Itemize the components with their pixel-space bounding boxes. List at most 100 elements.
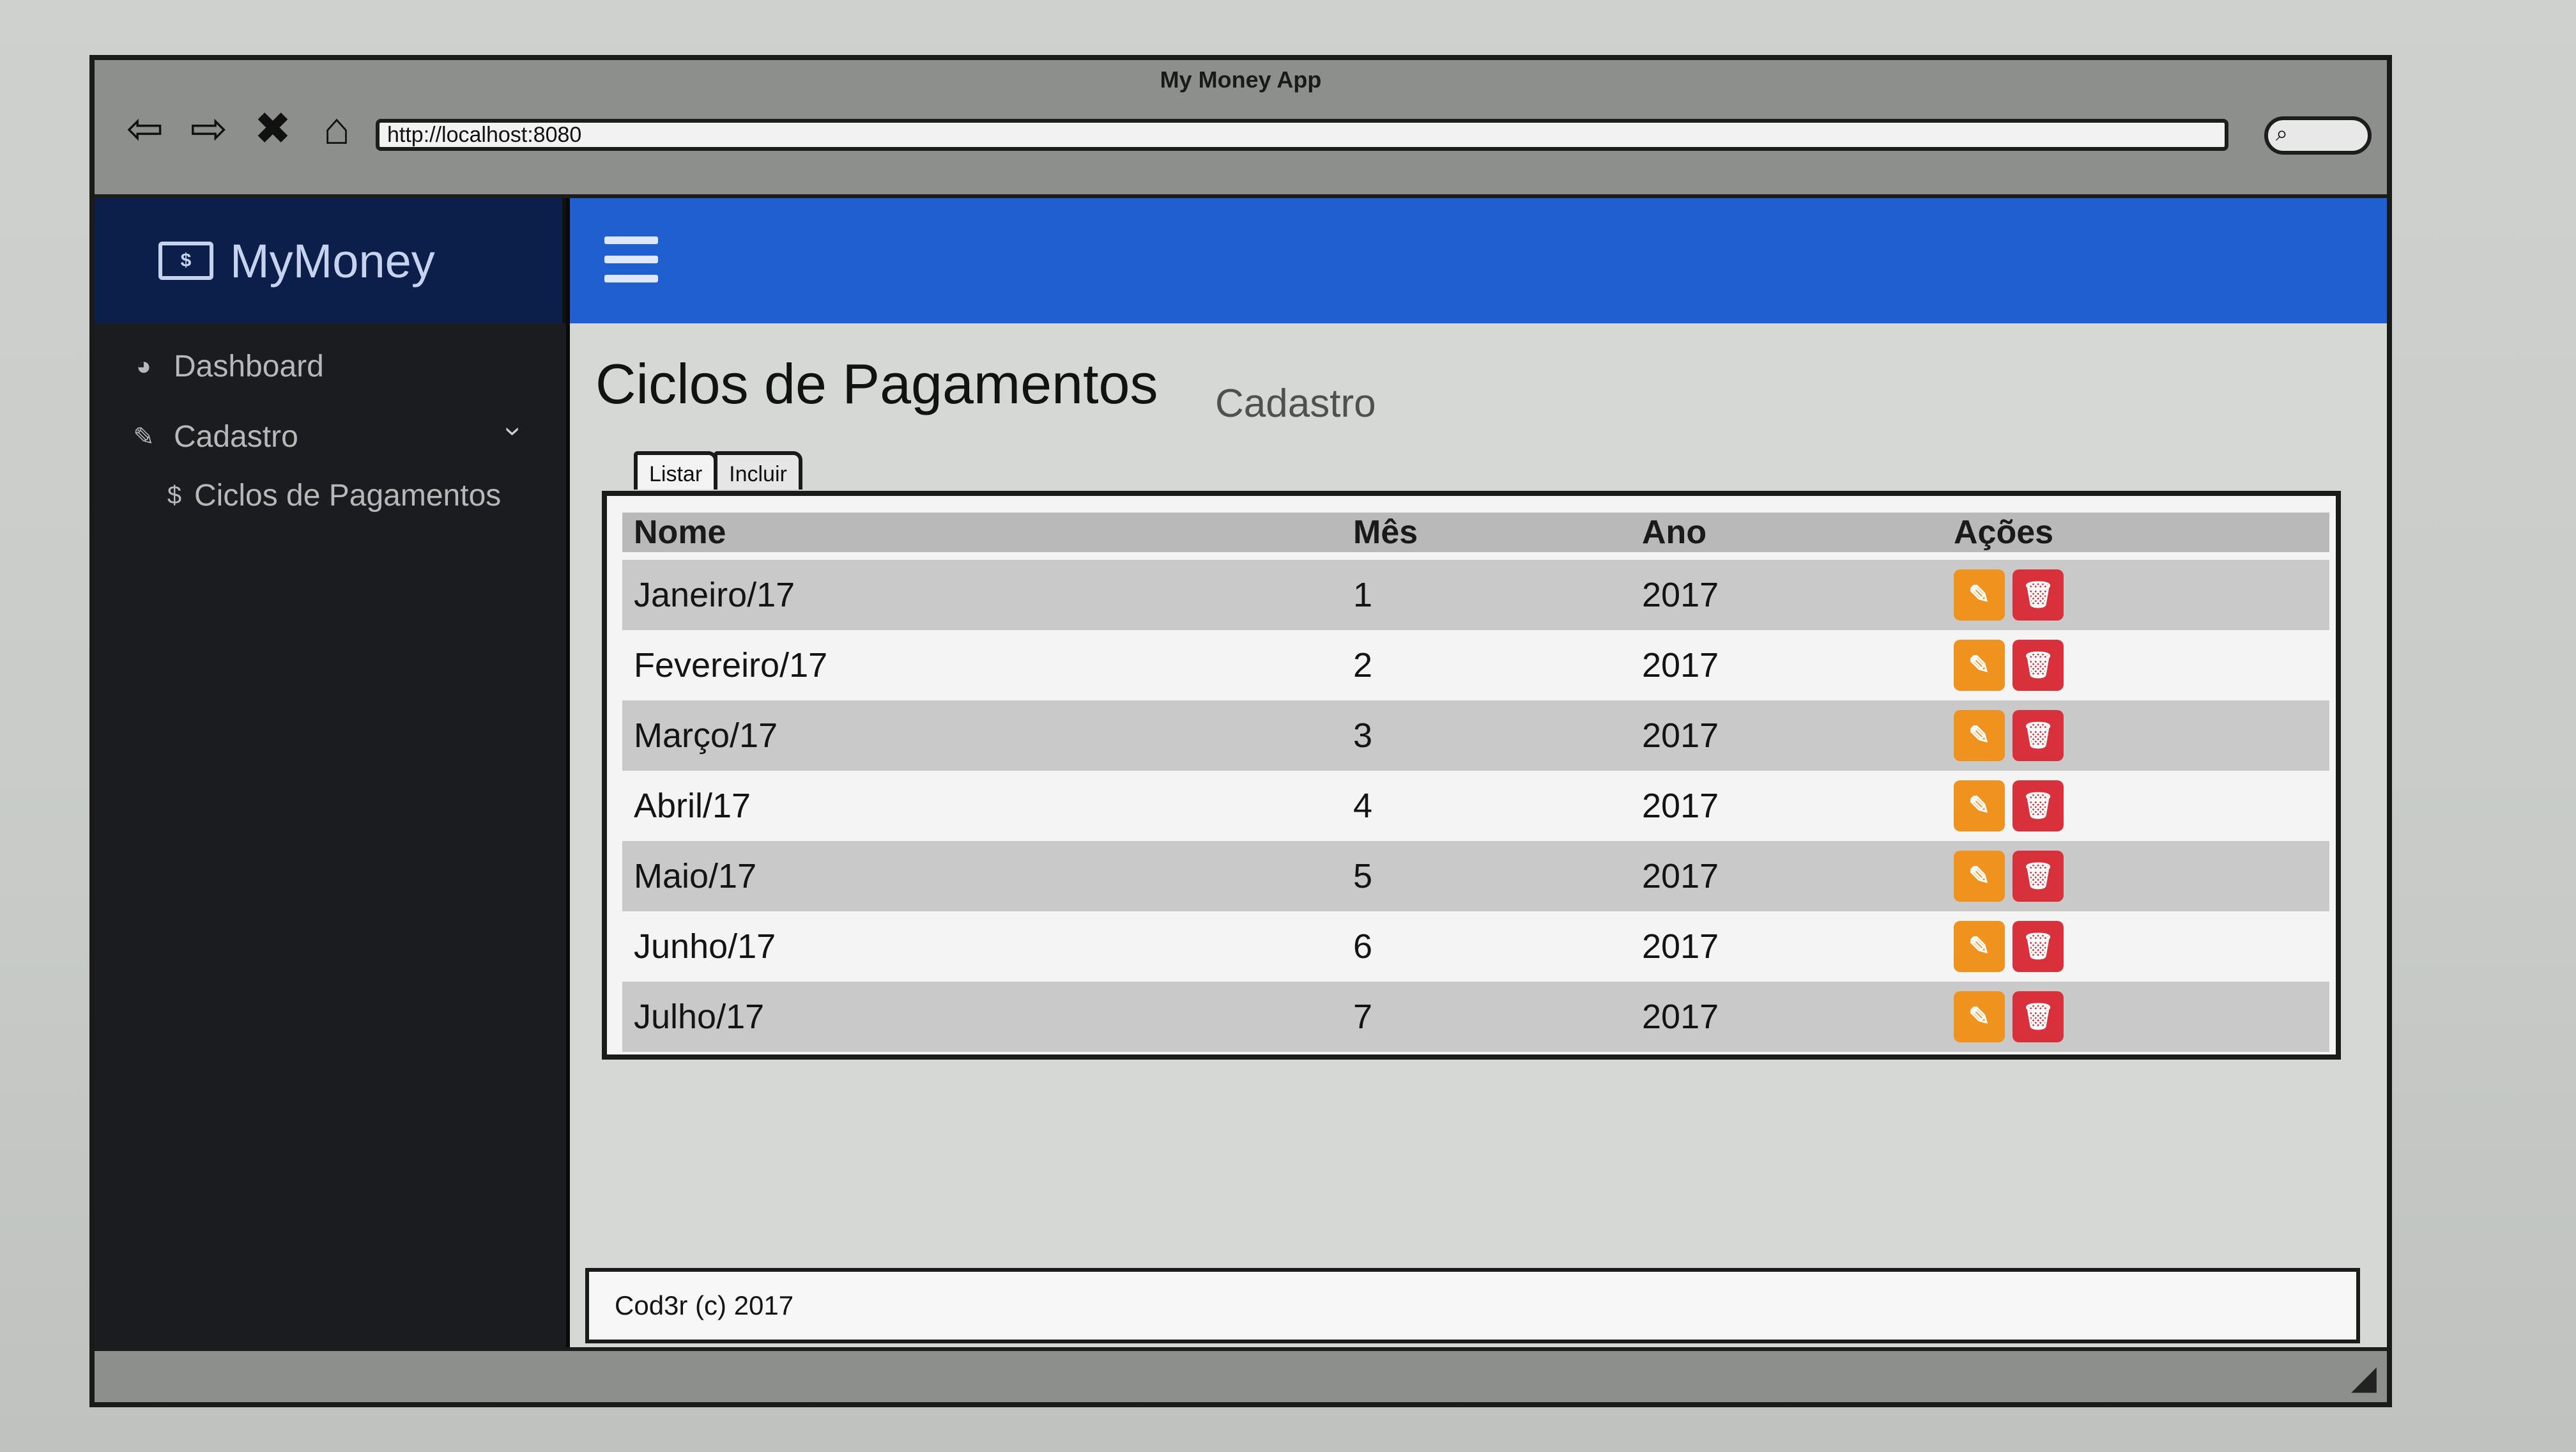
edit-button[interactable]: ✎ xyxy=(1954,780,2005,831)
trash-icon: 🗑 xyxy=(2021,1003,2055,1031)
dollar-icon: $ xyxy=(167,481,182,509)
cell-mes: 2 xyxy=(1353,646,1373,684)
sidebar: ◕ Dashboard ✎ Cadastro › $ Ciclos de Pag… xyxy=(95,323,566,1351)
cell-ano: 2017 xyxy=(1642,927,1719,966)
sidebar-item-label: Ciclos de Pagamentos xyxy=(194,479,502,513)
column-header-acoes: Ações xyxy=(1954,514,2054,551)
edit-button[interactable]: ✎ xyxy=(1954,569,2005,621)
chevron-down-icon[interactable]: › xyxy=(498,426,532,436)
brand-logo[interactable]: $ MyMoney xyxy=(95,198,562,323)
cell-ano: 2017 xyxy=(1642,787,1719,825)
table-panel: Nome Mês Ano Ações Janeiro/17 1 2017 ✎ 🗑 Feve… xyxy=(602,491,2341,1060)
delete-button[interactable]: 🗑 xyxy=(2012,780,2064,831)
cell-nome: Maio/17 xyxy=(634,857,757,895)
trash-icon: 🗑 xyxy=(2021,722,2055,750)
delete-button[interactable]: 🗑 xyxy=(2012,851,2064,902)
table-row: Março/17 3 2017 ✎ 🗑 xyxy=(622,700,2329,771)
table-row: Julho/17 7 2017 ✎ 🗑 xyxy=(622,982,2329,1052)
delete-button[interactable]: 🗑 xyxy=(2012,921,2064,972)
cell-ano: 2017 xyxy=(1642,998,1719,1036)
edit-button[interactable]: ✎ xyxy=(1954,921,2005,972)
delete-button[interactable]: 🗑 xyxy=(2012,710,2064,761)
sidebar-item-label: Cadastro xyxy=(174,420,298,454)
top-navbar xyxy=(566,198,2387,323)
url-bar[interactable]: http://localhost:8080 xyxy=(376,119,2228,151)
page-subtitle: Cadastro xyxy=(1215,382,1376,426)
home-icon[interactable]: ⌂ xyxy=(312,104,362,153)
search-icon: ⌕ xyxy=(2276,121,2288,146)
resize-handle-icon[interactable]: ◢ xyxy=(2351,1359,2377,1397)
cell-acoes: ✎ 🗑 xyxy=(1954,700,2064,771)
cell-ano: 2017 xyxy=(1642,576,1719,614)
pencil-icon: ✎ xyxy=(1968,792,1990,820)
cell-nome: Junho/17 xyxy=(634,927,776,966)
cell-acoes: ✎ 🗑 xyxy=(1954,560,2064,630)
tab-listar[interactable]: Listar xyxy=(634,451,718,490)
column-header-ano: Ano xyxy=(1642,514,1707,551)
browser-titlebar: My Money App ⇦ ⇨ ✖ ⌂ http://localhost:80… xyxy=(95,60,2387,198)
trash-icon: 🗑 xyxy=(2021,862,2055,890)
browser-statusbar: ◢ xyxy=(95,1347,2387,1402)
table-row: Janeiro/17 1 2017 ✎ 🗑 xyxy=(622,560,2329,630)
delete-button[interactable]: 🗑 xyxy=(2012,640,2064,691)
cell-mes: 3 xyxy=(1353,716,1373,755)
cell-acoes: ✎ 🗑 xyxy=(1954,630,2064,700)
cell-mes: 4 xyxy=(1353,787,1373,825)
edit-button[interactable]: ✎ xyxy=(1954,991,2005,1042)
edit-button[interactable]: ✎ xyxy=(1954,640,2005,691)
table-header: Nome Mês Ano Ações xyxy=(622,513,2329,552)
cell-mes: 6 xyxy=(1353,927,1373,966)
dashboard-icon: ◕ xyxy=(135,352,152,380)
hamburger-icon[interactable] xyxy=(604,236,658,282)
sidebar-item-cadastro[interactable]: ✎ Cadastro xyxy=(126,419,298,454)
cell-nome: Janeiro/17 xyxy=(634,576,795,614)
table-row: Maio/17 5 2017 ✎ 🗑 xyxy=(622,841,2329,911)
edit-button[interactable]: ✎ xyxy=(1954,710,2005,761)
column-header-mes: Mês xyxy=(1353,514,1418,551)
brand-name: MyMoney xyxy=(230,234,435,288)
sidebar-item-dashboard[interactable]: ◕ Dashboard xyxy=(126,349,324,384)
cell-mes: 1 xyxy=(1353,576,1373,614)
edit-button[interactable]: ✎ xyxy=(1954,851,2005,902)
tab-bar: Listar Incluir xyxy=(634,451,802,490)
browser-nav-buttons: ⇦ ⇨ ✖ ⌂ xyxy=(120,104,362,153)
back-arrow-icon[interactable]: ⇦ xyxy=(120,104,170,153)
trash-icon: 🗑 xyxy=(2021,581,2055,609)
close-icon[interactable]: ✖ xyxy=(248,104,298,153)
main-content: Ciclos de Pagamentos Cadastro Listar Inc… xyxy=(566,323,2387,1351)
cell-mes: 7 xyxy=(1353,998,1373,1036)
footer: Cod3r (c) 2017 xyxy=(585,1268,2360,1343)
table-row: Fevereiro/17 2 2017 ✎ 🗑 xyxy=(622,630,2329,700)
cell-nome: Abril/17 xyxy=(634,787,751,825)
cell-nome: Fevereiro/17 xyxy=(634,646,828,684)
edit-icon: ✎ xyxy=(133,422,155,451)
pencil-icon: ✎ xyxy=(1968,722,1990,750)
money-icon: $ xyxy=(158,242,213,280)
browser-window: My Money App ⇦ ⇨ ✖ ⌂ http://localhost:80… xyxy=(89,55,2392,1407)
cell-ano: 2017 xyxy=(1642,857,1719,895)
pencil-icon: ✎ xyxy=(1968,581,1990,609)
pencil-icon: ✎ xyxy=(1968,862,1990,890)
cell-acoes: ✎ 🗑 xyxy=(1954,771,2064,841)
cell-ano: 2017 xyxy=(1642,646,1719,684)
delete-button[interactable]: 🗑 xyxy=(2012,991,2064,1042)
sidebar-item-label: Dashboard xyxy=(174,350,324,383)
cell-nome: Março/17 xyxy=(634,716,778,755)
tab-incluir[interactable]: Incluir xyxy=(714,451,802,490)
page-title: Ciclos de Pagamentos xyxy=(595,352,1158,415)
table-row: Abril/17 4 2017 ✎ 🗑 xyxy=(622,771,2329,841)
trash-icon: 🗑 xyxy=(2021,932,2055,961)
cell-acoes: ✎ 🗑 xyxy=(1954,982,2064,1052)
pencil-icon: ✎ xyxy=(1968,1003,1990,1031)
sidebar-item-ciclos[interactable]: $ Ciclos de Pagamentos xyxy=(165,478,501,513)
pencil-icon: ✎ xyxy=(1968,651,1990,679)
cell-acoes: ✎ 🗑 xyxy=(1954,841,2064,911)
cell-ano: 2017 xyxy=(1642,716,1719,755)
forward-arrow-icon[interactable]: ⇨ xyxy=(184,104,234,153)
cell-nome: Julho/17 xyxy=(634,998,765,1036)
column-header-nome: Nome xyxy=(634,514,726,551)
search-field[interactable]: ⌕ xyxy=(2264,116,2372,155)
delete-button[interactable]: 🗑 xyxy=(2012,569,2064,621)
cell-mes: 5 xyxy=(1353,857,1373,895)
window-title: My Money App xyxy=(1160,66,1322,93)
